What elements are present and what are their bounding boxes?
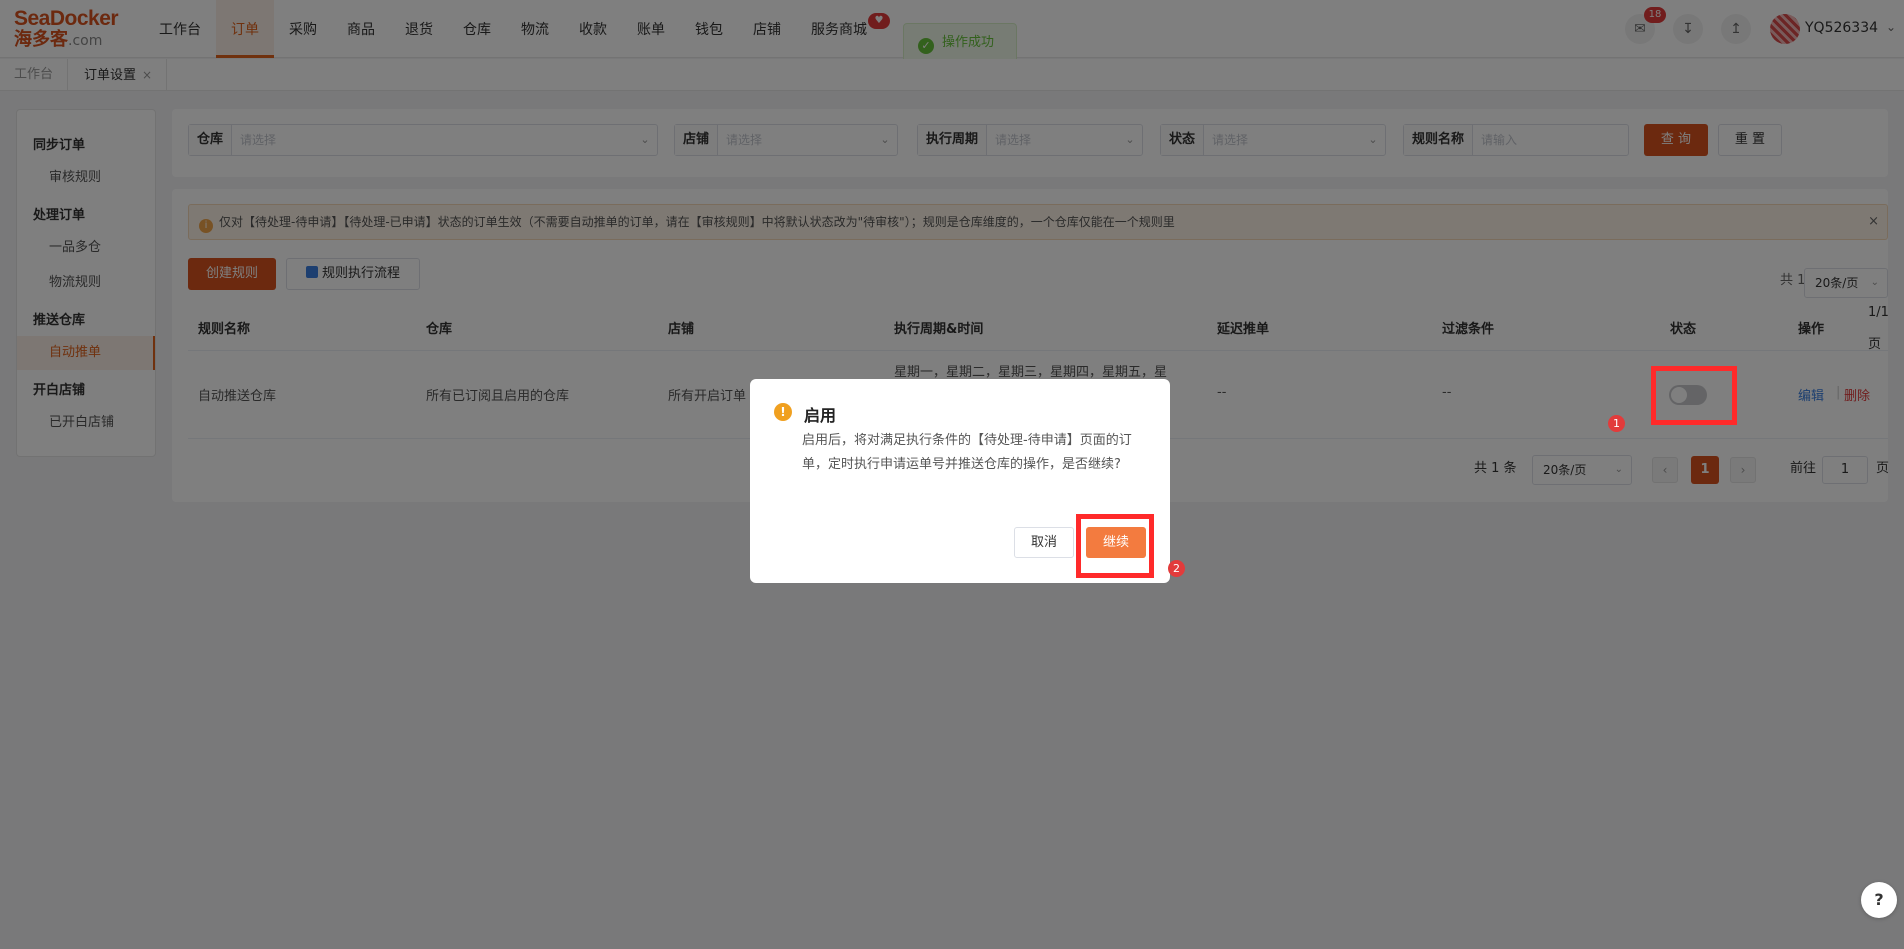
dialog-title: 启用 [804, 406, 837, 425]
warning-icon: ! [774, 403, 792, 421]
highlight-box-toggle [1651, 366, 1737, 425]
cancel-button[interactable]: 取消 [1014, 527, 1074, 558]
dialog-message: 启用后，将对满足执行条件的【待处理-待申请】页面的订单，定时执行申请运单号并推送… [802, 433, 1132, 472]
highlight-box-continue [1076, 514, 1154, 578]
step-marker-1: 1 [1608, 415, 1625, 432]
step-marker-2: 2 [1168, 560, 1185, 577]
help-button[interactable]: ? [1861, 882, 1897, 918]
